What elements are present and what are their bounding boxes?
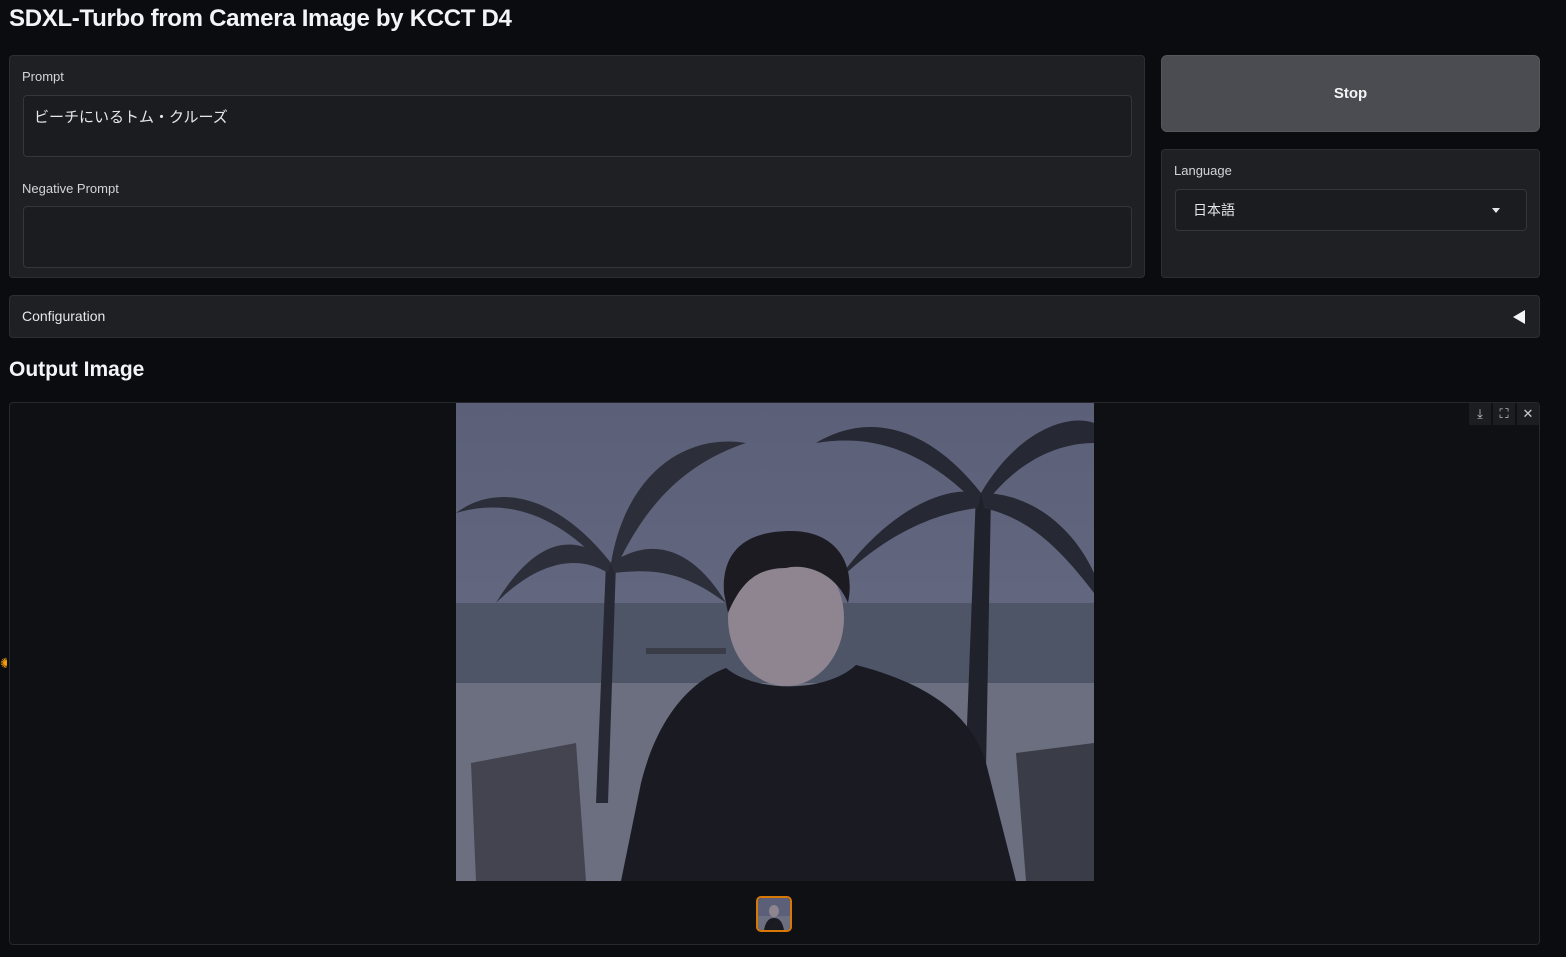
gallery-toolbar: ⤓ ⛶ ✕ <box>1469 403 1539 425</box>
prompt-label: Prompt <box>22 69 64 84</box>
chevron-down-icon <box>1492 208 1500 213</box>
language-label: Language <box>1174 163 1232 178</box>
app-page: SDXL-Turbo from Camera Image by KCCT D4 … <box>0 0 1566 957</box>
generated-photo <box>456 403 1094 881</box>
close-icon[interactable]: ✕ <box>1517 403 1539 425</box>
collapse-arrow-icon <box>1513 310 1525 324</box>
language-panel: Language 日本語 <box>1161 149 1540 278</box>
configuration-accordion[interactable]: Configuration <box>9 295 1540 338</box>
fullscreen-icon[interactable]: ⛶ <box>1493 403 1515 425</box>
output-section-title: Output Image <box>9 358 145 381</box>
download-icon[interactable]: ⤓ <box>1469 403 1491 425</box>
output-gallery: ⤓ ⛶ ✕ <box>9 402 1540 945</box>
language-selected-value: 日本語 <box>1193 202 1235 218</box>
language-dropdown[interactable]: 日本語 <box>1175 189 1527 231</box>
negative-prompt-label: Negative Prompt <box>22 181 119 196</box>
prompt-input[interactable]: ビーチにいるトム・クルーズ <box>23 95 1132 157</box>
thumbnail-photo <box>758 898 790 930</box>
negative-prompt-input[interactable] <box>23 206 1132 268</box>
prompt-panel: Prompt ビーチにいるトム・クルーズ Negative Prompt <box>9 55 1145 278</box>
edge-decoration-icon: ✺ <box>0 655 7 671</box>
output-image <box>456 403 1094 881</box>
gallery-thumbnail[interactable] <box>756 896 792 932</box>
app-title: SDXL-Turbo from Camera Image by KCCT D4 <box>9 5 512 32</box>
configuration-label: Configuration <box>22 308 106 324</box>
stop-button[interactable]: Stop <box>1161 55 1540 132</box>
